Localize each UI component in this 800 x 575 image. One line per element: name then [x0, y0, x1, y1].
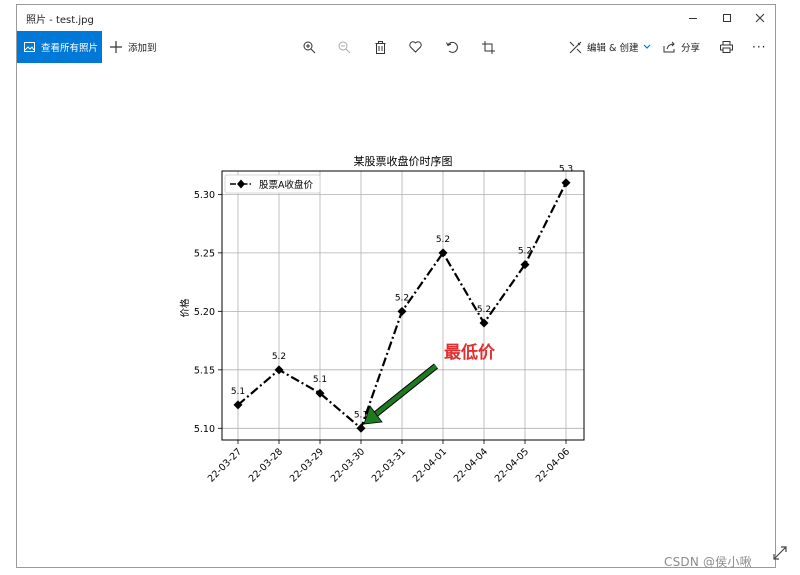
annotation: 最低价 [363, 342, 496, 425]
y-tick-label: 5.15 [194, 365, 215, 376]
chart-plot: 5.105.155.205.255.3022-03-27 22-03-28 22-0… [194, 165, 585, 485]
chart-title: 某股票收盘价时序图 [354, 154, 453, 168]
expand-button[interactable] [772, 545, 788, 565]
x-tick-label: 22-03-31 [370, 446, 408, 484]
data-label: 5.2 [395, 293, 409, 303]
x-tick-label: 22-04-01 [411, 446, 449, 484]
data-point [479, 318, 489, 328]
x-tick-label: 22-04-06 [534, 446, 572, 484]
y-tick-label: 5.30 [194, 190, 215, 201]
chart-figure: 5.105.155.205.255.3022-03-27 22-03-28 22-0… [179, 154, 585, 485]
chart-legend: 股票A收盘价 [224, 174, 321, 194]
y-tick-label: 5.25 [194, 248, 215, 259]
expand-icon [773, 546, 787, 560]
data-point [561, 178, 571, 188]
x-tick-label: 22-03-29 [288, 446, 326, 484]
data-label: 5.2 [272, 352, 286, 362]
annotation-arrow [374, 364, 438, 416]
data-label: 5.2 [477, 305, 491, 315]
x-tick-label: 22-04-04 [452, 446, 490, 484]
plot-frame [221, 170, 585, 441]
y-tick-label: 5.10 [194, 424, 215, 435]
y-tick-label: 5.20 [194, 307, 215, 318]
data-point [397, 306, 407, 316]
watermark: CSDN @侯小啾 [664, 555, 752, 569]
y-axis-label: 价格 [179, 298, 191, 318]
x-tick-label: 22-03-27 [206, 446, 244, 484]
legend-label: 股票A收盘价 [259, 179, 313, 191]
x-tick-label: 22-03-28 [247, 446, 285, 484]
data-point [356, 423, 366, 433]
data-label: 5.1 [313, 375, 327, 385]
data-point [274, 365, 284, 375]
x-tick-label: 22-04-05 [493, 446, 531, 484]
data-label: 5.3 [559, 165, 573, 175]
data-label: 5.2 [436, 235, 450, 245]
annotation-text: 最低价 [444, 342, 496, 363]
x-tick-label: 22-03-30 [329, 446, 367, 484]
data-label: 5.1 [231, 387, 245, 397]
data-label: 5.2 [518, 247, 532, 257]
